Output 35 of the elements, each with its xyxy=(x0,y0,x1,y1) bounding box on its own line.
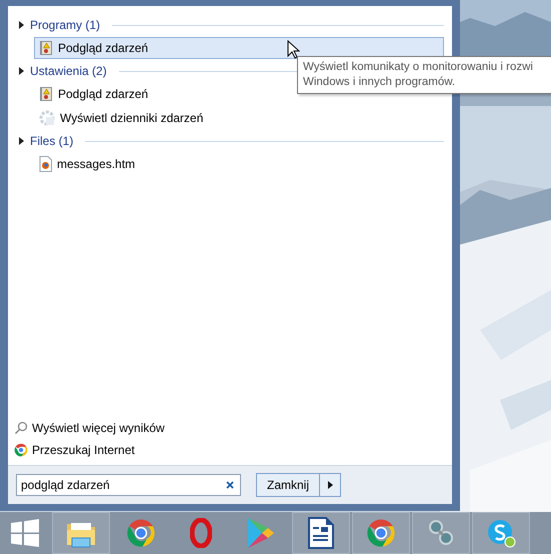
result-item[interactable]: Podgląd zdarzeń xyxy=(34,37,444,59)
group-heading: Files (1) xyxy=(30,134,74,148)
search-field[interactable]: podgląd zdarzeń xyxy=(16,474,241,496)
more-link[interactable]: Przeszukaj Internet xyxy=(32,443,135,457)
windows-logo-icon xyxy=(11,519,39,547)
binoculars-icon xyxy=(428,519,454,547)
search-icon xyxy=(14,421,28,435)
gear-icon xyxy=(39,110,55,126)
event-log-icon xyxy=(39,86,53,102)
taskbar-button[interactable] xyxy=(292,512,350,554)
expand-arrow-icon[interactable] xyxy=(19,67,24,75)
browser-icon xyxy=(366,518,396,548)
play-store-icon xyxy=(246,517,276,549)
expand-arrow-icon[interactable] xyxy=(19,137,24,145)
group-heading: Programy (1) xyxy=(30,18,100,32)
result-item[interactable]: Wyświetl dzienniki zdarzeń xyxy=(34,107,444,129)
result-label: Wyświetl dzienniki zdarzeń xyxy=(60,111,204,125)
tooltip-text: Wyświetl komunikaty o monitorowaniu i rozwi xyxy=(303,60,534,75)
browser-icon xyxy=(126,518,156,548)
expand-arrow-icon[interactable] xyxy=(19,21,24,29)
result-item[interactable]: messages.htm xyxy=(34,153,444,175)
chat-icon xyxy=(486,518,516,548)
result-label: messages.htm xyxy=(57,157,136,171)
group-heading: Ustawienia (2) xyxy=(30,64,107,78)
tooltip-text: Windows i innych programów. xyxy=(303,75,456,90)
file-icon xyxy=(39,156,52,172)
opera-icon xyxy=(190,518,212,548)
arrow-icon xyxy=(328,481,333,489)
more-link[interactable]: Wyświetl więcej wyników xyxy=(32,421,165,435)
document-icon xyxy=(308,517,334,549)
browser-icon xyxy=(14,443,28,457)
close-icon[interactable] xyxy=(225,480,235,490)
result-label: Podgląd zdarzeń xyxy=(58,87,148,101)
result-label: Podgląd zdarzeń xyxy=(58,41,148,55)
event-log-icon xyxy=(39,40,53,56)
